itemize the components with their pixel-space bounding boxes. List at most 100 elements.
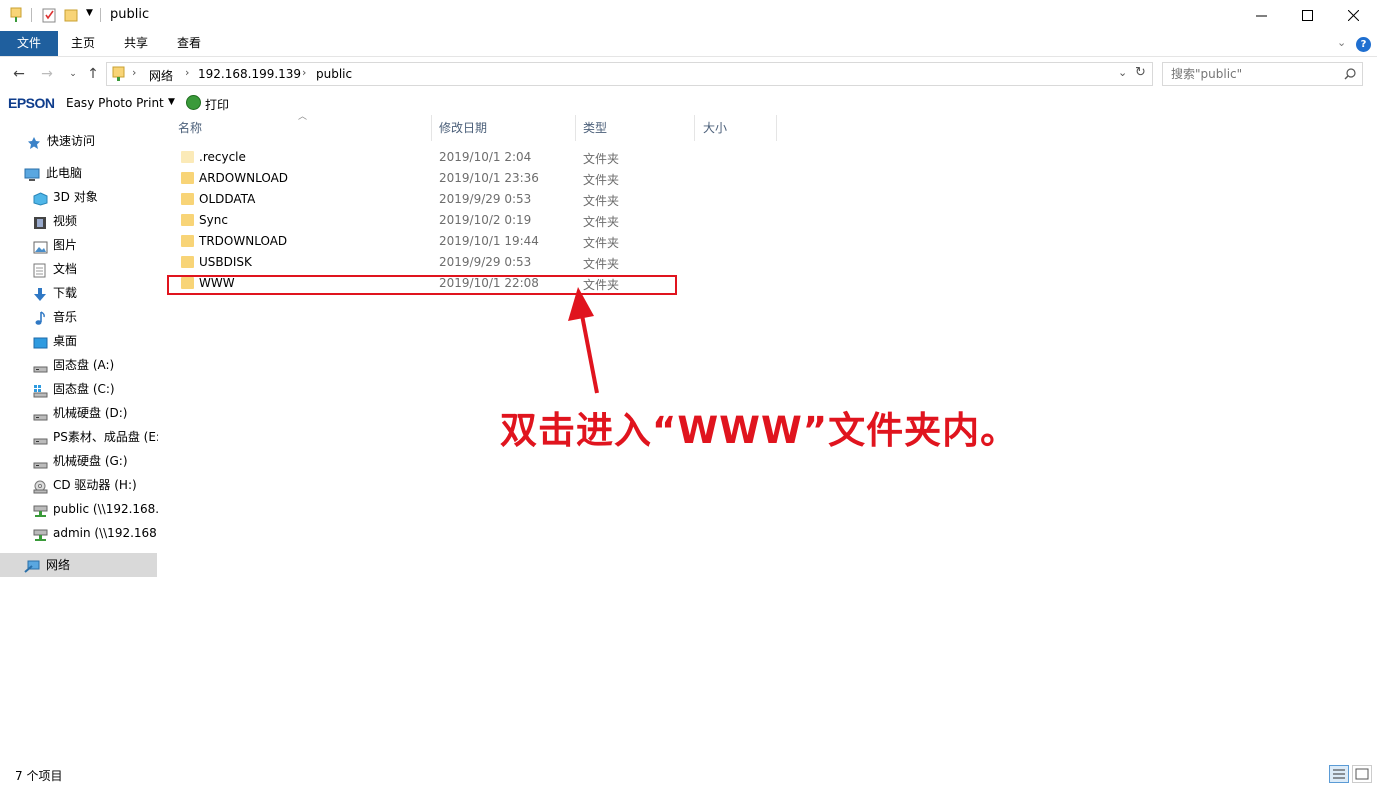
file-row[interactable]: .recycle 2019/10/1 2:04 文件夹	[168, 147, 676, 168]
video-icon	[33, 214, 48, 229]
file-row[interactable]: ARDOWNLOAD 2019/10/1 23:36 文件夹	[168, 168, 676, 189]
search-icon[interactable]	[1344, 68, 1356, 80]
nav-downloads[interactable]: 下载	[33, 281, 158, 305]
folder-icon	[181, 235, 194, 247]
nav-network-drive-admin[interactable]: admin (\\192.168.199.139)	[33, 521, 158, 545]
address-row: ← → ⌄ ↑ › 网络 › 192.168.199.139 › public …	[0, 57, 1377, 91]
maximize-button[interactable]	[1284, 0, 1330, 31]
document-icon	[33, 262, 48, 278]
nav-music[interactable]: 音乐	[33, 305, 158, 329]
large-icons-view-button[interactable]	[1352, 765, 1372, 783]
chevron-down-icon: ⌄	[69, 69, 77, 79]
file-row[interactable]: OLDDATA 2019/9/29 0:53 文件夹	[168, 189, 676, 210]
search-box[interactable]	[1162, 62, 1363, 86]
breadcrumb-network[interactable]: 网络	[149, 67, 173, 84]
nav-documents[interactable]: 文档	[33, 257, 158, 281]
epson-toolbar: EPSON Easy Photo Print ▼ 打印	[0, 92, 1377, 114]
details-view-button[interactable]	[1329, 765, 1349, 783]
tab-file[interactable]: 文件	[0, 31, 58, 56]
nav-drive-e[interactable]: PS素材、成品盘 (E:)	[33, 425, 158, 449]
column-header-type[interactable]: 类型	[577, 115, 695, 141]
window-title: public	[110, 7, 150, 22]
refresh-icon[interactable]: ↻	[1135, 65, 1146, 80]
nav-drive-c[interactable]: 固态盘 (C:)	[33, 377, 158, 401]
windows-drive-icon	[33, 382, 48, 398]
column-header-size[interactable]: 大小	[697, 115, 777, 141]
search-input[interactable]	[1171, 66, 1341, 82]
forward-button[interactable]: →	[38, 65, 56, 83]
address-dropdown-icon[interactable]: ⌄	[1118, 66, 1127, 79]
tab-share[interactable]: 共享	[110, 31, 162, 56]
tab-home[interactable]: 主页	[58, 31, 108, 56]
title-bar: ▼ public	[0, 0, 1377, 31]
nav-network-drive-public[interactable]: public (\\192.168.199.139)	[33, 497, 158, 521]
item-count: 7 个项目	[15, 769, 63, 783]
nav-this-pc[interactable]: 此电脑	[24, 161, 158, 185]
music-icon	[33, 310, 48, 325]
breadcrumb-ip[interactable]: 192.168.199.139	[198, 67, 301, 81]
epson-logo: EPSON	[8, 95, 55, 111]
expand-ribbon-chevron-icon[interactable]: ⌄	[1337, 36, 1346, 49]
details-view-icon	[1333, 769, 1345, 779]
ribbon-tabs: 文件 主页 共享 查看 ⌄ ?	[0, 31, 1377, 57]
properties-icon[interactable]	[42, 7, 56, 23]
tab-view[interactable]: 查看	[163, 31, 215, 56]
recent-locations-button[interactable]: ⌄	[64, 65, 82, 83]
network-drive-icon	[33, 502, 48, 517]
epson-dropdown-icon[interactable]: ▼	[168, 97, 175, 107]
nav-pictures[interactable]: 图片	[33, 233, 158, 257]
cd-drive-icon	[33, 478, 48, 494]
large-icons-view-icon	[1355, 768, 1369, 780]
column-header-date[interactable]: 修改日期	[433, 115, 576, 141]
folder-icon	[181, 172, 194, 184]
nav-quick-access[interactable]: 快速访问	[27, 129, 158, 153]
help-icon[interactable]: ?	[1356, 37, 1371, 52]
arrow-right-icon: →	[41, 66, 53, 82]
arrow-left-icon: ←	[13, 66, 25, 82]
annotation-arrow-icon	[568, 287, 599, 394]
breadcrumb-separator-icon: ›	[302, 66, 307, 79]
new-folder-icon[interactable]	[64, 7, 78, 23]
folder-icon	[181, 214, 194, 226]
drive-icon	[33, 454, 48, 469]
nav-network[interactable]: 网络	[0, 553, 157, 577]
title-separator	[100, 8, 101, 22]
breadcrumb-separator-icon: ›	[185, 66, 190, 79]
customize-quick-access-dropdown-icon[interactable]: ▼	[86, 8, 93, 18]
annotation-text: 双击进入“WWW”文件夹内。	[500, 409, 1019, 452]
file-row[interactable]: TRDOWNLOAD 2019/10/1 19:44 文件夹	[168, 231, 676, 252]
address-bar[interactable]: › 网络 › 192.168.199.139 › public ⌄ ↻	[106, 62, 1153, 86]
close-icon	[1347, 10, 1359, 21]
breadcrumb-public[interactable]: public	[316, 67, 352, 81]
download-icon	[33, 286, 48, 301]
file-row[interactable]: USBDISK 2019/9/29 0:53 文件夹	[168, 252, 676, 273]
nav-drive-g[interactable]: 机械硬盘 (G:)	[33, 449, 158, 473]
nav-videos[interactable]: 视频	[33, 209, 158, 233]
nav-drive-d[interactable]: 机械硬盘 (D:)	[33, 401, 158, 425]
network-icon	[24, 558, 40, 573]
cube-icon	[33, 190, 48, 206]
file-row[interactable]: Sync 2019/10/2 0:19 文件夹	[168, 210, 676, 231]
up-button[interactable]: ↑	[84, 65, 102, 83]
navigation-pane: 快速访问 此电脑 3D 对象 视频 图片 文档 下载 音乐 桌面 固态盘 (A:…	[0, 117, 158, 762]
folder-icon	[181, 256, 194, 268]
back-button[interactable]: ←	[10, 65, 28, 83]
desktop-icon	[33, 334, 48, 349]
nav-drive-a[interactable]: 固态盘 (A:)	[33, 353, 158, 377]
print-icon	[186, 95, 201, 110]
nav-3d-objects[interactable]: 3D 对象	[33, 185, 158, 209]
folder-pin-icon[interactable]	[9, 7, 23, 23]
easy-photo-print-button[interactable]: Easy Photo Print	[66, 96, 164, 110]
close-button[interactable]	[1330, 0, 1376, 31]
nav-desktop[interactable]: 桌面	[33, 329, 158, 353]
drive-icon	[33, 406, 48, 421]
folder-icon	[181, 193, 194, 205]
minimize-icon	[1255, 15, 1267, 17]
network-drive-icon	[33, 526, 48, 541]
maximize-icon	[1301, 10, 1313, 21]
minimize-button[interactable]	[1238, 0, 1284, 31]
nav-cd-drive-h[interactable]: CD 驱动器 (H:)	[33, 473, 158, 497]
print-button[interactable]: 打印	[205, 96, 229, 113]
column-header-name[interactable]: 名称	[172, 115, 432, 141]
picture-icon	[33, 238, 48, 254]
